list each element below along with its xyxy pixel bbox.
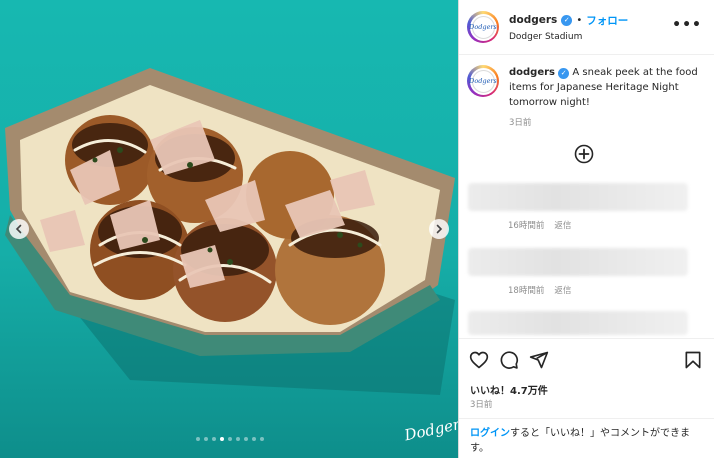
caption-timestamp: 3日前	[509, 118, 532, 128]
carousel-dot	[204, 437, 208, 441]
share-icon[interactable]	[529, 350, 549, 370]
comment-item: 16時間前 返信	[468, 183, 688, 231]
login-link[interactable]: ログイン	[470, 428, 510, 439]
more-options-icon[interactable]: •••	[672, 18, 702, 32]
heart-icon[interactable]	[469, 350, 489, 370]
next-slide-button[interactable]	[429, 219, 449, 239]
comment-item: 18時間前 返信	[468, 248, 688, 296]
post-image[interactable]: Dodgers	[0, 0, 459, 458]
login-prompt: ログインすると「いいね！」やコメントができます。	[459, 418, 714, 458]
bookmark-icon[interactable]	[683, 350, 703, 370]
carousel-dot	[228, 437, 232, 441]
add-circle-icon[interactable]	[574, 144, 594, 164]
carousel-indicator	[196, 437, 264, 441]
carousel-dot	[252, 437, 256, 441]
post-header: Dodgers dodgers ✓ • フォロー Dodger Stadium …	[459, 0, 714, 55]
verified-icon: ✓	[558, 68, 570, 79]
comment-timestamp: 16時間前	[508, 221, 545, 231]
chevron-right-icon	[436, 224, 443, 234]
comment-item	[468, 311, 688, 335]
caption-username-link[interactable]: dodgers	[509, 67, 555, 78]
caption-avatar[interactable]: Dodgers	[467, 65, 499, 97]
previous-slide-button[interactable]	[9, 219, 29, 239]
avatar-logo: Dodgers	[469, 69, 497, 93]
blurred-comment	[468, 311, 688, 335]
verified-icon: ✓	[561, 14, 573, 26]
blurred-comment	[468, 183, 688, 211]
carousel-dot	[236, 437, 240, 441]
takoyaki-photo	[5, 68, 455, 395]
post-panel: Dodgers dodgers ✓ • フォロー Dodger Stadium …	[459, 0, 714, 458]
comment-timestamp: 18時間前	[508, 286, 545, 296]
carousel-dot	[244, 437, 248, 441]
carousel-dot	[196, 437, 200, 441]
carousel-dot	[212, 437, 216, 441]
chevron-left-icon	[15, 224, 22, 234]
username-link[interactable]: dodgers	[509, 14, 557, 26]
post-caption: Dodgers dodgers ✓ A sneak peek at the fo…	[459, 55, 714, 131]
actions-divider	[459, 338, 714, 339]
post-timestamp: 3日前	[470, 400, 493, 410]
avatar-logo: Dodgers	[469, 15, 497, 39]
location-link[interactable]: Dodger Stadium	[509, 32, 628, 42]
action-bar	[469, 350, 705, 372]
comment-icon[interactable]	[499, 350, 519, 370]
carousel-dot	[260, 437, 264, 441]
blurred-comment	[468, 248, 688, 276]
avatar[interactable]: Dodgers	[467, 11, 499, 43]
likes-count[interactable]: いいね！4.7万件	[470, 382, 548, 397]
separator-dot: •	[576, 14, 583, 26]
carousel-dot	[220, 437, 224, 441]
follow-button[interactable]: フォロー	[586, 13, 628, 28]
reply-button[interactable]: 返信	[554, 219, 571, 231]
reply-button[interactable]: 返信	[554, 284, 571, 296]
